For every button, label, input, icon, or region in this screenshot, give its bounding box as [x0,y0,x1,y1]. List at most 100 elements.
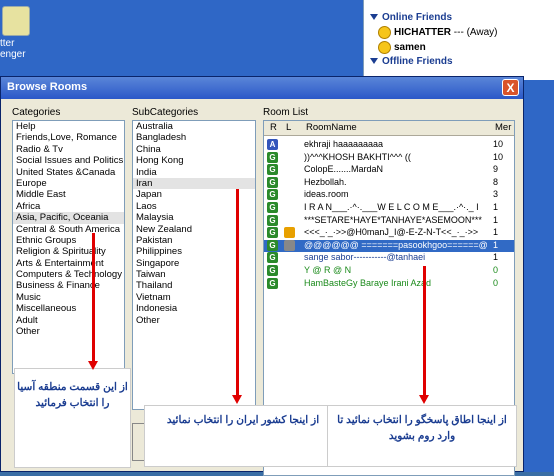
subcategory-item[interactable]: China [133,144,255,155]
category-item[interactable]: Miscellaneous [13,303,124,314]
general-room-icon: G [267,151,278,163]
room-row[interactable]: G ColopE.......MardaN 9 [264,164,514,176]
smiley-icon [378,26,391,39]
category-item[interactable]: Help [13,121,124,132]
messenger-friends-panel: Online Friends HICHATTER --- (Away) same… [363,0,554,80]
room-name: HamBasteGy Baraye Irani Azad [304,277,432,288]
room-name: Y @ R @ N [304,265,352,275]
window-titlebar[interactable]: Browse Rooms X [1,77,523,99]
room-row[interactable]: G ***SETARE*HAYE*TANHAYE*ASEMOON*** 1 [264,214,514,227]
offline-friends-header[interactable]: Offline Friends [370,56,453,67]
room-name: sange sabor-----------@tanhaei [304,252,426,263]
room-name: ))^^^KHOSH BAKHTI^^^ (( [304,151,411,162]
member-count: 0 [493,265,499,275]
member-count: 1 [493,252,499,263]
general-room-icon: G [267,164,278,176]
member-count: 1 [493,239,499,250]
member-count: 1 [493,202,499,212]
member-count: 1 [493,227,499,238]
categories-list[interactable]: Help Friends,Love, Romance Radio & Tv Socia… [12,120,125,374]
subcategory-item[interactable]: Australia [133,121,255,132]
member-count: 1 [493,214,499,225]
col-header-l[interactable]: L [286,122,291,133]
category-item[interactable]: Central & South America [13,224,124,235]
category-item[interactable]: Middle East [13,189,124,200]
close-button[interactable]: X [502,79,519,96]
member-count: 9 [493,164,499,175]
general-room-icon: G [267,189,278,201]
category-item[interactable]: Adult [13,315,124,326]
category-item[interactable]: Music [13,292,124,303]
member-count: 0 [493,277,499,288]
category-item[interactable]: Europe [13,178,124,189]
category-item[interactable]: Religion & Spirituality [13,246,124,257]
online-friends-header[interactable]: Online Friends [370,12,452,23]
member-count: 3 [493,189,499,200]
category-item[interactable]: United States &Canada [13,167,124,178]
room-row[interactable]: G Y @ R @ N 0 [264,265,514,277]
room-name: Hezbollah. [304,176,347,187]
categories-label: Categories [12,107,61,118]
room-name: @@@@@@ =======pasookhgoo======@ [304,239,488,250]
arrow-line-subcategories [236,189,239,395]
room-row[interactable]: Aekhraji haaaaaaaaa 10 [264,139,514,151]
room-row[interactable]: G <<<_·_·>>@H0manJ_I@-E-Z-N-T<<_·_·>> 1 [264,227,514,239]
room-row[interactable]: G))^^^KHOSH BAKHTI^^^ ((10 [264,151,514,164]
room-list-label: Room List [263,107,309,118]
category-item[interactable]: Asia, Pacific, Oceania [13,212,124,224]
category-item[interactable]: Business & Finance [13,280,124,291]
friend-hichatter[interactable]: HICHATTER --- (Away) [378,26,498,39]
subcategory-item[interactable]: Iran [133,177,255,190]
col-header-roomname[interactable]: RoomName [306,122,357,133]
room-row[interactable]: G @@@@@@ =======pasookhgoo======@ 1 [264,239,514,252]
category-item[interactable]: Computers & Technology [13,269,124,280]
general-room-icon: G [267,202,278,213]
arrow-head-rooms [419,395,429,404]
callout-room: از اینجا اطاق پاسخگو را انتخاب نمائید تا… [327,405,517,467]
arrow-head-categories [88,361,98,370]
subcategory-item[interactable]: India [133,167,255,178]
general-room-icon: G [267,252,278,264]
callout-country: از اینجا کشور ایران را انتخاب نمائید [144,405,342,467]
room-row[interactable]: G HamBasteGy Baraye Irani Azad 0 [264,277,514,290]
room-name: ideas.room [304,189,349,200]
member-count: 10 [493,139,504,149]
arrow-line-rooms [423,266,426,395]
subcategory-item[interactable]: Bangladesh [133,132,255,143]
col-header-members[interactable]: Mer [495,122,511,133]
room-row[interactable]: G I R A N___.·^·.___W E L C O M E___.·^·.… [264,202,514,214]
arrow-line-categories [92,233,95,361]
room-name: <<<_·_·>>@H0manJ_I@-E-Z-N-T<<_·_·>> [304,227,479,238]
room-name: ekhraji haaaaaaaaa [304,139,384,149]
room-row[interactable]: Gsange sabor-----------@tanhaei 1 [264,252,514,264]
smiley-icon [378,41,391,54]
collapse-icon [370,14,378,21]
room-row[interactable]: G Hezbollah. 8 [264,176,514,189]
category-item[interactable]: Radio & Tv [13,144,124,155]
category-item[interactable]: Social Issues and Politics [13,155,124,166]
general-room-icon: G [267,214,278,226]
subcategory-item[interactable]: Hong Kong [133,155,255,166]
general-room-icon: G [267,239,278,251]
category-item[interactable]: Arts & Entertainment [13,258,124,269]
category-item[interactable]: Other [13,326,124,337]
lock-icon [284,227,295,239]
messenger-desktop-icon[interactable] [2,6,30,36]
category-item[interactable]: Friends,Love, Romance [13,132,124,143]
room-table-header: R L RoomName Mer [264,121,514,136]
category-item[interactable]: Africa [13,201,124,212]
room-name: I R A N___.·^·.___W E L C O M E___.·^·._… [304,202,479,212]
admin-room-icon: A [267,139,278,150]
col-header-r[interactable]: R [270,122,277,133]
collapse-icon [370,58,378,65]
room-row[interactable]: Gideas.room 3 [264,189,514,201]
general-room-icon: G [267,265,278,276]
callout-categories: از این قسمت منطقه آسیا را انتخاب فرمائید [14,368,131,468]
category-item[interactable]: Ethnic Groups [13,235,124,246]
lock-icon [284,239,295,251]
friend-samen[interactable]: samen [378,41,426,54]
room-name: ColopE.......MardaN [304,164,384,175]
general-room-icon: G [267,227,278,239]
member-count: 8 [493,176,499,187]
subcategories-label: SubCategories [132,107,199,118]
